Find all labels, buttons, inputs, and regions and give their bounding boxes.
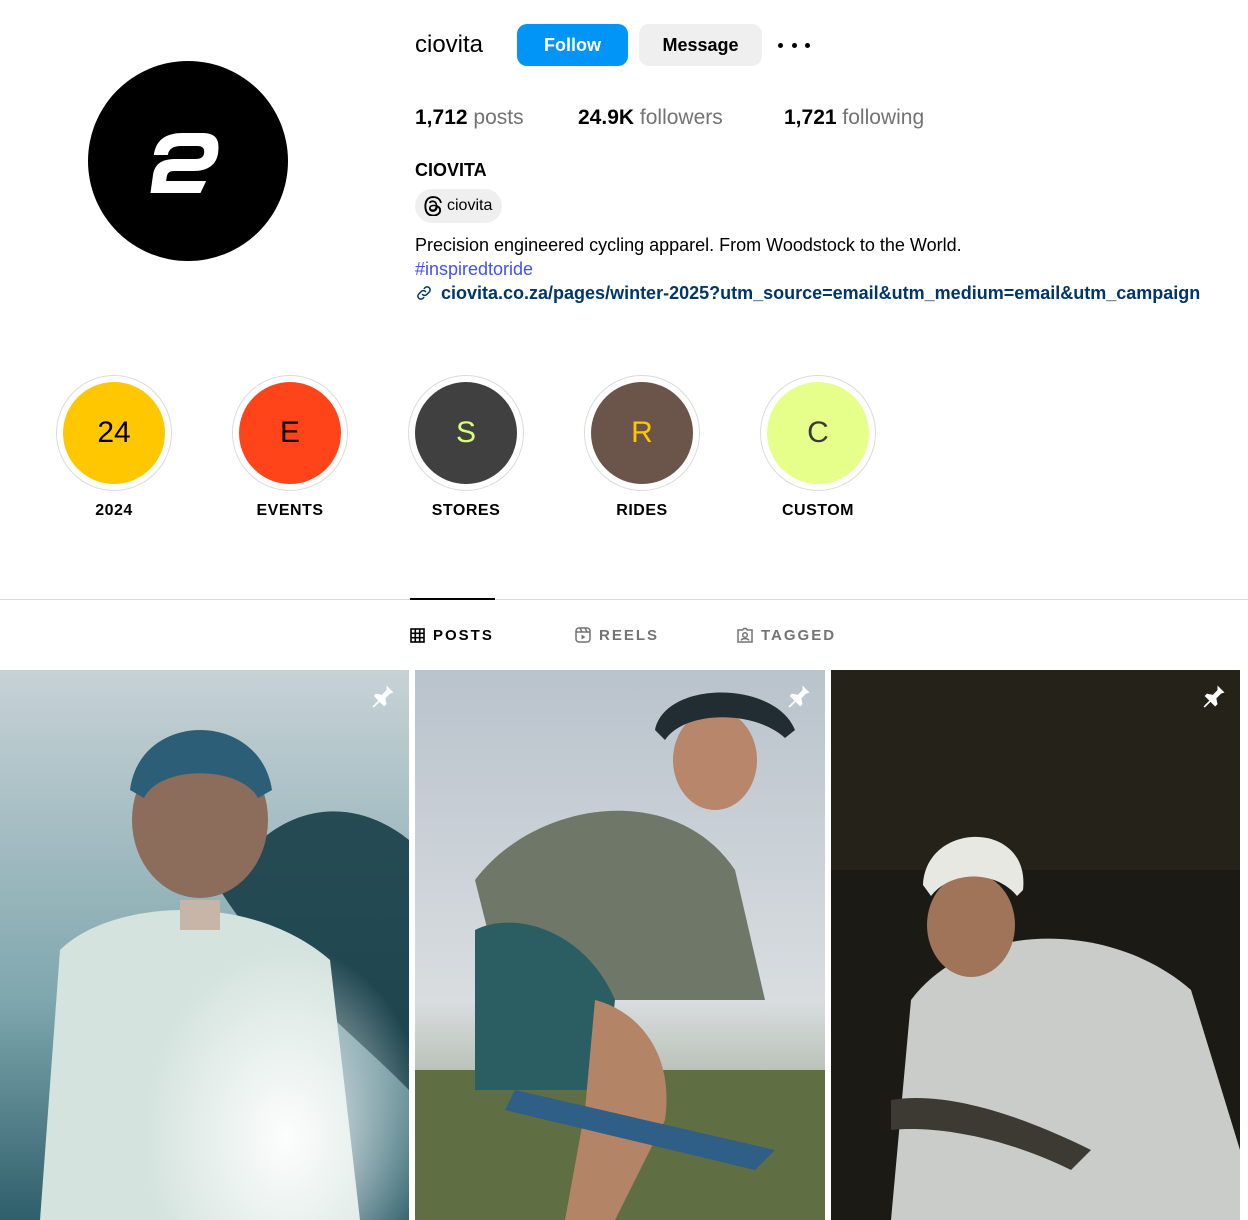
post-image <box>0 670 409 1220</box>
pin-icon <box>1203 685 1225 708</box>
highlight-cover: S <box>415 382 517 484</box>
following-label: following <box>842 106 925 129</box>
highlight-label: STORES <box>431 502 501 519</box>
highlight-cover: 24 <box>63 382 165 484</box>
message-button[interactable]: Message <box>639 24 762 66</box>
profile-avatar[interactable] <box>88 61 288 261</box>
posts-label: posts <box>473 106 524 129</box>
post-thumbnail[interactable] <box>0 670 409 1220</box>
threads-badge[interactable]: ciovita <box>415 189 503 223</box>
post-thumbnail[interactable] <box>415 670 825 1220</box>
posts-stat: 1,712 posts <box>415 104 524 132</box>
highlight-cover: C <box>767 382 869 484</box>
highlight-events[interactable]: E <box>232 375 348 491</box>
post-thumbnail[interactable] <box>831 670 1240 1220</box>
highlight-custom[interactable]: C <box>760 375 876 491</box>
tab-label: POSTS <box>433 626 494 644</box>
highlight-cover: R <box>591 382 693 484</box>
profile-username: ciovita <box>415 31 484 58</box>
highlight-label: 2024 <box>95 502 133 519</box>
tab-label: REELS <box>599 626 660 644</box>
link-text: ciovita.co.za/pages/winter-2025?utm_sour… <box>441 283 1201 303</box>
post-image <box>415 670 825 1220</box>
post-image <box>831 670 1240 1220</box>
followers-stat[interactable]: 24.9K followers <box>578 104 723 132</box>
posts-count: 1,712 <box>415 106 468 129</box>
following-stat[interactable]: 1,721 following <box>784 104 924 132</box>
ciovita-logo-icon <box>150 133 219 193</box>
tab-label: TAGGED <box>761 626 837 644</box>
highlight-label: RIDES <box>616 502 668 519</box>
profile-bio: Precision engineered cycling apparel. Fr… <box>415 235 962 255</box>
highlight-label: CUSTOM <box>781 502 855 519</box>
bio-hashtag-link[interactable]: #inspiredtoride <box>415 257 533 281</box>
grid-icon <box>410 627 425 643</box>
highlight-label: EVENTS <box>256 502 324 519</box>
tab-reels[interactable]: REELS <box>575 624 659 646</box>
follow-button[interactable]: Follow <box>517 24 628 66</box>
pin-icon <box>372 685 394 708</box>
more-options-icon[interactable] <box>778 34 810 56</box>
followers-label: followers <box>639 106 723 129</box>
highlight-2024[interactable]: 24 <box>56 375 172 491</box>
highlight-rides[interactable]: R <box>584 375 700 491</box>
highlight-cover: E <box>239 382 341 484</box>
tab-tagged[interactable]: TAGGED <box>737 624 836 646</box>
following-count: 1,721 <box>784 106 837 129</box>
pin-icon <box>788 685 810 708</box>
reels-icon <box>575 627 591 643</box>
tagged-icon <box>737 627 753 643</box>
threads-handle: ciovita <box>447 197 493 214</box>
active-tab-indicator <box>410 598 495 600</box>
profile-full-name: CIOVITA <box>415 160 487 180</box>
followers-count: 24.9K <box>578 106 635 129</box>
link-icon <box>417 286 431 300</box>
tab-posts[interactable]: POSTS <box>410 624 494 646</box>
threads-icon <box>424 196 442 216</box>
tabs-divider <box>0 599 1248 600</box>
highlight-stores[interactable]: S <box>408 375 524 491</box>
profile-external-link[interactable]: ciovita.co.za/pages/winter-2025?utm_sour… <box>415 281 1248 305</box>
